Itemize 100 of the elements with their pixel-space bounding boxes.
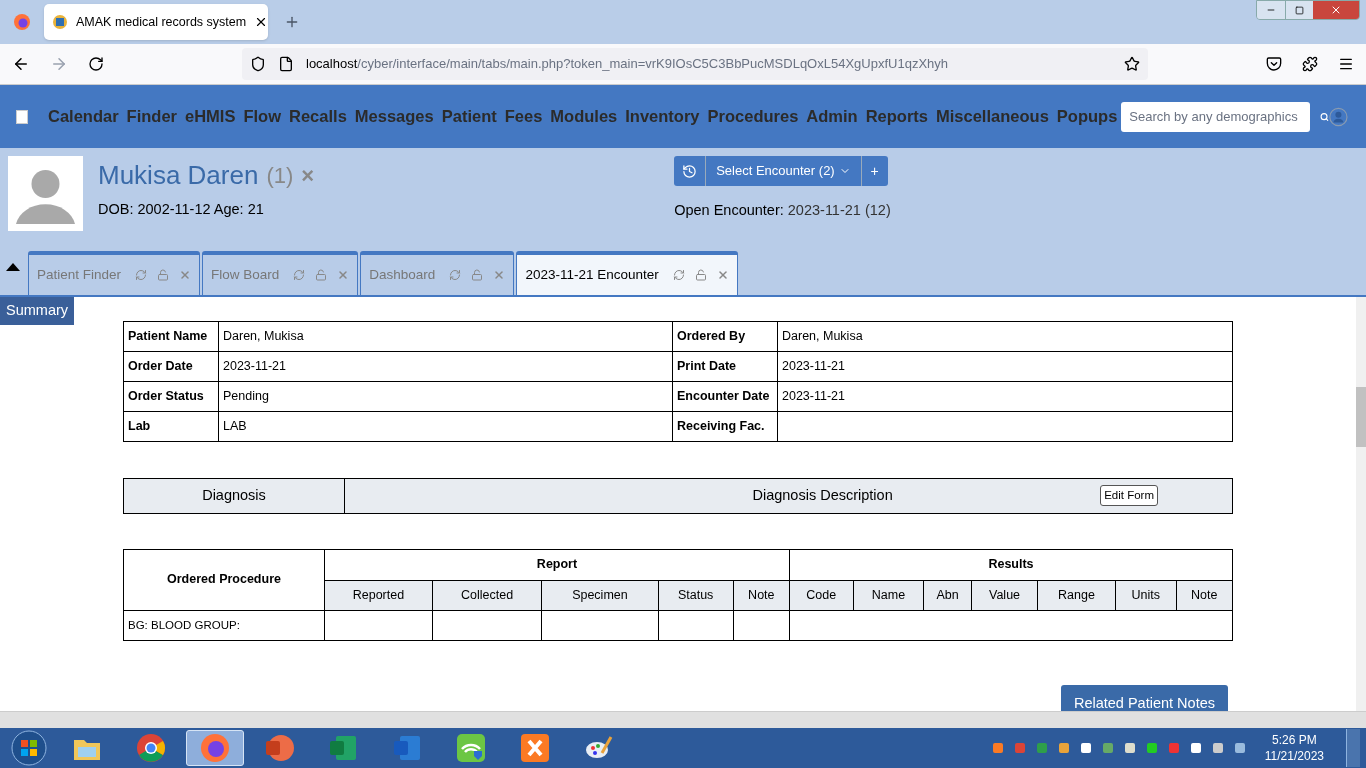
nav-menu-item[interactable]: Admin bbox=[806, 104, 858, 129]
field-label: Patient Name bbox=[123, 321, 219, 352]
unlock-icon[interactable] bbox=[694, 269, 707, 281]
horizontal-scrollbar[interactable] bbox=[0, 711, 1366, 728]
bookmark-star-icon[interactable] bbox=[1124, 56, 1140, 72]
pocket-icon[interactable] bbox=[1266, 56, 1282, 72]
summary-label[interactable]: Summary bbox=[0, 297, 75, 325]
column-header: Ordered Procedure bbox=[123, 549, 325, 611]
field-value: 2023-11-21 bbox=[218, 351, 673, 382]
field-value: Pending bbox=[218, 381, 673, 412]
refresh-icon[interactable] bbox=[672, 269, 685, 281]
unlock-icon[interactable] bbox=[471, 269, 484, 281]
column-header: Name bbox=[853, 580, 924, 611]
taskbar-app-button[interactable] bbox=[186, 730, 244, 766]
column-header: Diagnosis bbox=[123, 478, 345, 514]
extensions-icon[interactable] bbox=[1302, 56, 1318, 72]
column-header: Units bbox=[1115, 580, 1176, 611]
url-text: localhost/cyber/interface/main/tabs/main.php?token_main=vrK9IOsC5C3BbPucMSDLqOxL54XgUpxfU1qzXhyh bbox=[306, 55, 950, 74]
column-header: Diagnosis Description bbox=[752, 485, 893, 505]
column-header: Reported bbox=[324, 580, 433, 611]
select-encounter-button[interactable]: Select Encounter (2) bbox=[706, 156, 862, 186]
nav-menu-item[interactable]: Patient bbox=[441, 104, 497, 129]
patient-name: Mukisa Daren bbox=[98, 159, 259, 192]
nav-menu-item[interactable]: Inventory bbox=[625, 104, 700, 129]
collapse-triangle-icon[interactable] bbox=[6, 263, 20, 271]
back-icon[interactable] bbox=[12, 55, 30, 73]
nav-menu-item[interactable]: Calendar bbox=[47, 104, 119, 129]
refresh-icon[interactable] bbox=[449, 269, 462, 281]
minimize-button[interactable] bbox=[1257, 1, 1285, 19]
nav-menu-item[interactable]: Miscellaneous bbox=[936, 104, 1049, 129]
column-header: Collected bbox=[432, 580, 542, 611]
table-cell: BG: BLOOD GROUP: bbox=[123, 610, 325, 641]
nav-menu-item[interactable]: Finder bbox=[126, 104, 177, 129]
field-value: 2023-11-21 bbox=[777, 381, 1233, 412]
nav-menu-item[interactable]: Popups bbox=[1056, 104, 1118, 129]
column-header: Specimen bbox=[541, 580, 659, 611]
nav-menu-item[interactable]: eHMIS bbox=[185, 104, 236, 129]
column-header: Results bbox=[789, 549, 1233, 581]
maximize-button[interactable] bbox=[1285, 1, 1313, 19]
add-encounter-button[interactable]: + bbox=[861, 156, 888, 186]
close-patient-button[interactable]: × bbox=[301, 159, 315, 192]
tray-icon[interactable] bbox=[1056, 741, 1071, 755]
field-label: Lab bbox=[123, 411, 219, 442]
tray-icon[interactable] bbox=[1122, 741, 1137, 755]
tray-icon[interactable] bbox=[1078, 741, 1093, 755]
column-header: Status bbox=[658, 580, 734, 611]
tab[interactable]: 2023-11-21 Encounter bbox=[516, 251, 738, 295]
tray-icon[interactable] bbox=[1210, 741, 1225, 755]
shield-icon bbox=[250, 56, 266, 72]
patient-count: (1) bbox=[266, 162, 294, 190]
open-encounter-value: 2023-11-21 (12) bbox=[787, 201, 891, 220]
column-header: Code bbox=[789, 580, 854, 611]
browser-tab[interactable]: AMAK medical records system bbox=[44, 4, 268, 40]
encounter-history-button[interactable] bbox=[674, 156, 707, 186]
column-header: Value bbox=[971, 580, 1038, 611]
wifi-shield-icon bbox=[456, 733, 486, 763]
tab[interactable]: Flow Board bbox=[202, 251, 359, 295]
nav-menu-item[interactable]: Modules bbox=[550, 104, 618, 129]
refresh-icon[interactable] bbox=[293, 269, 306, 281]
field-label: Ordered By bbox=[672, 321, 778, 352]
field-label: Receiving Fac. bbox=[672, 411, 778, 442]
tab[interactable]: Patient Finder bbox=[28, 251, 201, 295]
document-app-icon bbox=[392, 733, 422, 763]
tray-icon[interactable] bbox=[1232, 741, 1247, 755]
unlock-icon[interactable] bbox=[315, 269, 328, 281]
refresh-icon[interactable] bbox=[135, 269, 148, 281]
show-desktop-button[interactable] bbox=[1346, 729, 1360, 767]
app-logo[interactable] bbox=[16, 109, 28, 124]
nav-menu-item[interactable]: Messages bbox=[354, 104, 434, 129]
tray-icon[interactable] bbox=[1144, 741, 1159, 755]
forward-icon[interactable] bbox=[50, 55, 68, 73]
unlock-icon[interactable] bbox=[157, 269, 170, 281]
address-bar[interactable]: localhost/cyber/interface/main/tabs/main.php?token_main=vrK9IOsC5C3BbPucMSDLqOxL54XgUpxfU1qzXhyh bbox=[242, 48, 1148, 80]
tray-icon[interactable] bbox=[1188, 741, 1203, 755]
edit-form-button[interactable]: Edit Form bbox=[1100, 485, 1158, 507]
close-icon bbox=[1330, 4, 1342, 16]
vertical-scrollbar[interactable] bbox=[1356, 297, 1366, 711]
nav-menu-item[interactable]: Procedures bbox=[707, 104, 799, 129]
field-value: Daren, Mukisa bbox=[218, 321, 673, 352]
column-header: Range bbox=[1037, 580, 1116, 611]
xampp-icon bbox=[520, 733, 550, 763]
tab[interactable]: Dashboard bbox=[360, 251, 515, 295]
nav-menu-item[interactable]: Reports bbox=[865, 104, 928, 129]
search-field[interactable]: Search by any demographics bbox=[1121, 101, 1311, 132]
nav-menu-item[interactable]: Fees bbox=[504, 104, 543, 129]
column-header: Note bbox=[733, 580, 790, 611]
nav-menu-item[interactable]: Recalls bbox=[289, 104, 347, 129]
nav-menu-item[interactable]: Flow bbox=[243, 104, 281, 129]
menu-icon[interactable] bbox=[1338, 56, 1354, 72]
related-notes-button[interactable]: Related Patient Notes bbox=[1060, 684, 1228, 711]
column-header: Note bbox=[1176, 580, 1233, 611]
firefox-icon bbox=[200, 733, 230, 763]
field-value: Daren, Mukisa bbox=[777, 321, 1233, 352]
column-header: Abn bbox=[923, 580, 972, 611]
clock-date: 11/21/2023 bbox=[1264, 748, 1324, 764]
page-icon bbox=[278, 56, 294, 72]
firefox-icon[interactable] bbox=[13, 13, 31, 31]
new-tab-icon[interactable] bbox=[284, 14, 300, 30]
reload-icon[interactable] bbox=[88, 56, 104, 72]
history-icon bbox=[682, 163, 698, 179]
